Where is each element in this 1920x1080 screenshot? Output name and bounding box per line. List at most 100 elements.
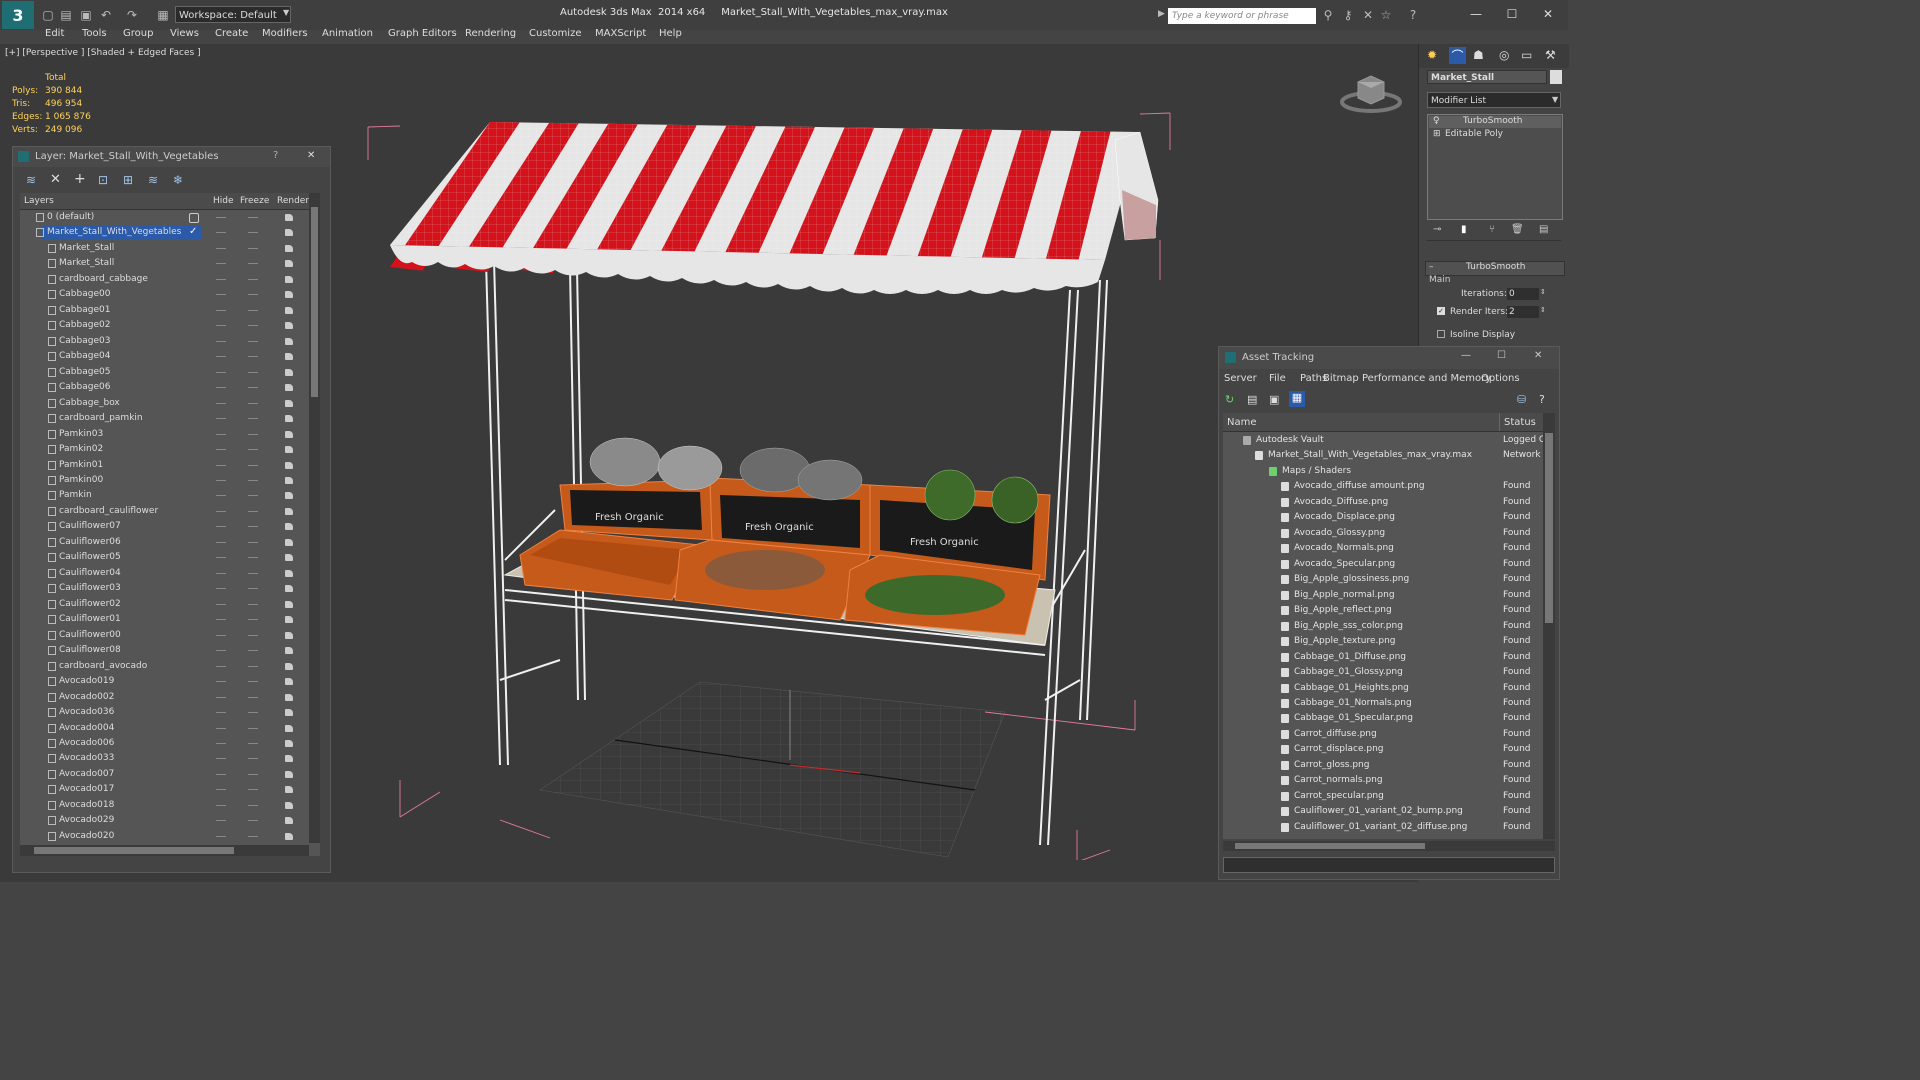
close-icon[interactable]: ✕ [307, 150, 315, 161]
layer-scrollbar[interactable] [309, 193, 320, 843]
freeze-toggle[interactable] [248, 773, 258, 775]
layer-row[interactable]: Pamkin [20, 488, 310, 503]
freeze-toggle[interactable] [248, 371, 258, 373]
freeze-toggle[interactable] [248, 804, 258, 806]
menu-group[interactable]: Group [123, 28, 153, 39]
freeze-all-layers-icon[interactable]: ❄ [173, 173, 183, 187]
app-menu-button[interactable]: 3 [2, 1, 34, 29]
render-teapot-icon[interactable] [285, 461, 293, 469]
layer-row[interactable]: ✓ Market_Stall_With_Vegetables [20, 225, 310, 241]
freeze-toggle[interactable] [248, 742, 258, 744]
render-teapot-icon[interactable] [285, 647, 293, 655]
maximize-icon[interactable]: ☐ [1502, 4, 1522, 24]
column-status[interactable]: Status [1504, 417, 1536, 428]
freeze-toggle[interactable] [248, 557, 258, 559]
column-freeze[interactable]: Freeze [240, 196, 269, 206]
asset-row[interactable]: Autodesk Vault Logged O [1223, 433, 1555, 448]
layer-hscrollbar[interactable] [20, 845, 309, 856]
hide-toggle[interactable] [216, 433, 226, 435]
object-color-swatch[interactable] [1550, 70, 1562, 84]
freeze-toggle[interactable] [248, 433, 258, 435]
layer-row[interactable]: Cauliflower00 [20, 628, 310, 643]
hide-toggle[interactable] [216, 742, 226, 744]
freeze-toggle[interactable] [248, 681, 258, 683]
project-folder-icon[interactable]: ▦ [155, 7, 171, 23]
freeze-toggle[interactable] [248, 650, 258, 652]
asset-row[interactable]: Cabbage_01_Normals.png Found [1223, 696, 1555, 711]
pin-stack-icon[interactable]: ⊸ [1433, 224, 1441, 235]
freeze-toggle[interactable] [248, 712, 258, 714]
asset-row[interactable]: Maps / Shaders [1223, 464, 1555, 479]
render-teapot-icon[interactable] [285, 739, 293, 747]
render-teapot-icon[interactable] [285, 244, 293, 252]
layer-row[interactable]: Avocado002 [20, 690, 310, 705]
render-teapot-icon[interactable] [285, 430, 293, 438]
asset-row[interactable]: Carrot_specular.png Found [1223, 789, 1555, 804]
asset-row[interactable]: Cabbage_01_Diffuse.png Found [1223, 650, 1555, 665]
column-layers[interactable]: Layers [24, 196, 54, 206]
asset-row[interactable]: Avocado_Diffuse.png Found [1223, 495, 1555, 510]
freeze-toggle[interactable] [248, 789, 258, 791]
hide-toggle[interactable] [216, 804, 226, 806]
asset-row[interactable]: Cauliflower_01_variant_02_bump.png Found [1223, 804, 1555, 819]
render-teapot-icon[interactable] [285, 678, 293, 686]
search-input[interactable]: Type a keyword or phrase [1168, 8, 1316, 24]
freeze-toggle[interactable] [248, 619, 258, 621]
create-tab-icon[interactable]: ✹ [1427, 48, 1437, 62]
asset-row[interactable]: Avocado_Displace.png Found [1223, 510, 1555, 525]
freeze-toggle[interactable] [248, 418, 258, 420]
star-icon[interactable]: ☆ [1378, 7, 1394, 23]
menu-modifiers[interactable]: Modifiers [262, 28, 308, 39]
render-teapot-icon[interactable] [285, 585, 293, 593]
render-teapot-icon[interactable] [285, 662, 293, 670]
render-teapot-icon[interactable] [285, 322, 293, 330]
market-stall-model[interactable]: Fresh Organic Fresh Organic Fresh Organi… [340, 100, 1220, 860]
new-layer-icon[interactable]: ≋ [26, 173, 36, 187]
hide-toggle[interactable] [216, 387, 226, 389]
hide-toggle[interactable] [216, 479, 226, 481]
help-icon[interactable]: ? [273, 150, 278, 161]
table-view-icon[interactable]: ▦ [1289, 391, 1305, 407]
freeze-toggle[interactable] [248, 325, 258, 327]
viewport-label[interactable]: [+] [Perspective ] [Shaded + Edged Faces… [5, 48, 201, 58]
layer-row[interactable]: Cauliflower07 [20, 519, 310, 534]
minimize-icon[interactable]: — [1461, 350, 1471, 361]
freeze-toggle[interactable] [248, 217, 258, 218]
layer-row[interactable]: Avocado036 [20, 705, 310, 720]
hierarchy-tab-icon[interactable]: ☗ [1473, 48, 1484, 62]
remove-modifier-icon[interactable]: 🗑 [1511, 224, 1524, 235]
layer-row[interactable]: Cabbage05 [20, 365, 310, 380]
layer-row[interactable]: cardboard_cabbage [20, 272, 310, 287]
asset-window-titlebar[interactable]: Asset Tracking — ☐ ✕ [1219, 347, 1559, 369]
hide-toggle[interactable] [216, 634, 226, 636]
utilities-tab-icon[interactable]: ⚒ [1545, 48, 1556, 62]
layer-row[interactable]: Avocado020 [20, 829, 310, 844]
layer-row[interactable]: Pamkin03 [20, 427, 310, 442]
asset-row[interactable]: Big_Apple_normal.png Found [1223, 588, 1555, 603]
freeze-toggle[interactable] [248, 572, 258, 574]
vault-connect-icon[interactable]: ⛁ [1517, 393, 1526, 406]
render-teapot-icon[interactable] [285, 291, 293, 299]
hide-toggle[interactable] [216, 309, 226, 311]
close-icon[interactable]: ✕ [1538, 4, 1558, 24]
freeze-toggle[interactable] [248, 526, 258, 528]
hide-toggle[interactable] [216, 820, 226, 822]
render-teapot-icon[interactable] [285, 832, 293, 840]
asset-row[interactable]: Avocado_Glossy.png Found [1223, 526, 1555, 541]
render-teapot-icon[interactable] [285, 631, 293, 639]
render-teapot-icon[interactable] [285, 709, 293, 717]
layer-row[interactable]: Avocado004 [20, 721, 310, 736]
asset-row[interactable]: Cabbage_01_Heights.png Found [1223, 681, 1555, 696]
render-teapot-icon[interactable] [285, 600, 293, 608]
menu-animation[interactable]: Animation [322, 28, 373, 39]
render-iters-checkbox[interactable]: ✓ [1437, 307, 1445, 315]
menu-customize[interactable]: Customize [529, 28, 582, 39]
render-teapot-icon[interactable] [285, 399, 293, 407]
make-unique-icon[interactable]: ⑂ [1489, 224, 1495, 235]
render-teapot-icon[interactable] [285, 817, 293, 825]
refresh-icon[interactable]: ↻ [1225, 393, 1234, 406]
undo-icon[interactable]: ↶ [98, 7, 114, 23]
hide-toggle[interactable] [216, 773, 226, 775]
render-teapot-icon[interactable] [285, 368, 293, 376]
render-teapot-icon[interactable] [285, 492, 293, 500]
